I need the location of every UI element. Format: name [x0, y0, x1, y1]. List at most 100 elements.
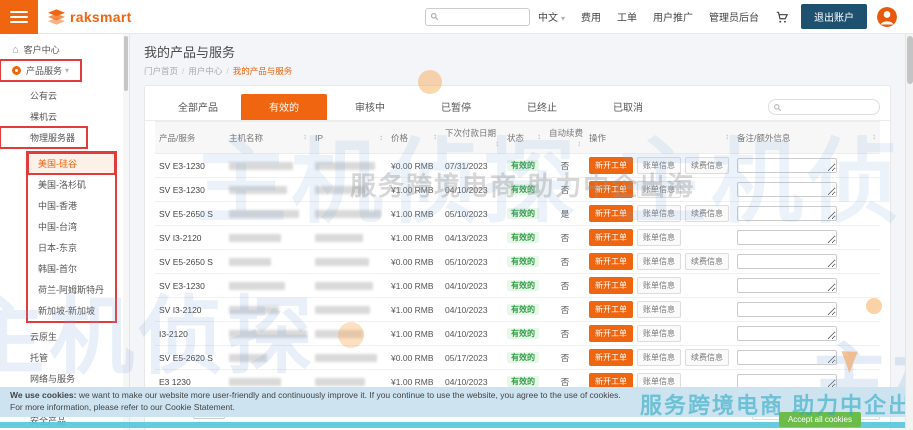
remark-textarea[interactable]: [737, 278, 837, 293]
price-value: ¥1.00 RMB: [387, 225, 441, 250]
column-header-hostname[interactable]: 主机名称 ↕: [225, 121, 311, 154]
sidebar-item-sg-singapore[interactable]: 新加坡-新加坡: [28, 300, 115, 321]
sidebar-item-product-services[interactable]: 产品服务 ▾: [0, 59, 83, 82]
avatar[interactable]: [877, 6, 897, 27]
billing-info-button[interactable]: 账单信息: [637, 205, 681, 222]
sort-icon[interactable]: ↕: [577, 139, 581, 148]
sidebar-item-colocation[interactable]: 托管: [0, 347, 129, 368]
new-ticket-button[interactable]: 新开工单: [589, 205, 633, 222]
remark-textarea[interactable]: [737, 326, 837, 341]
breadcrumb-user-center[interactable]: 用户中心: [188, 66, 222, 76]
renew-info-button[interactable]: 续费信息: [685, 253, 729, 270]
billing-info-button[interactable]: 账单信息: [637, 349, 681, 366]
remark-textarea[interactable]: [737, 230, 837, 245]
new-ticket-button[interactable]: 新开工单: [589, 349, 633, 366]
product-name[interactable]: SV I3-2120: [155, 297, 225, 322]
table-search[interactable]: [768, 99, 880, 115]
sidebar-item-jp-tokyo[interactable]: 日本-东京: [28, 237, 115, 258]
column-header-price[interactable]: 价格 ↕: [387, 121, 441, 154]
tab-all-products[interactable]: 全部产品: [155, 94, 241, 120]
sidebar-item-bare-metal-cloud[interactable]: 裸机云: [0, 106, 129, 127]
tab-terminated[interactable]: 已终止: [499, 94, 585, 120]
new-ticket-button[interactable]: 新开工单: [589, 277, 633, 294]
sort-icon[interactable]: ↕: [537, 132, 541, 141]
column-header-notes[interactable]: 备注/额外信息 ↕: [733, 121, 880, 154]
sidebar-item-us-silicon-valley[interactable]: 美国-硅谷: [27, 152, 116, 175]
product-name[interactable]: SV E3-1230: [155, 273, 225, 298]
accept-cookies-button[interactable]: Accept all cookies: [778, 412, 861, 427]
hostname-redacted: [229, 233, 281, 242]
topnav-billing[interactable]: 费用: [581, 13, 601, 24]
remark-textarea[interactable]: [737, 302, 837, 317]
topnav-admin-panel[interactable]: 管理员后台: [709, 13, 759, 24]
tab-cancelled[interactable]: 已取消: [585, 94, 671, 120]
topnav-affiliates[interactable]: 用户推广: [653, 13, 693, 24]
billing-info-button[interactable]: 账单信息: [637, 157, 681, 174]
sidebar-item-cloud-native[interactable]: 云原生: [0, 326, 129, 347]
remark-textarea[interactable]: [737, 182, 837, 197]
hamburger-menu-button[interactable]: [0, 0, 38, 34]
billing-info-button[interactable]: 账单信息: [637, 253, 681, 270]
new-ticket-button[interactable]: 新开工单: [589, 229, 633, 246]
sidebar-scrollbar[interactable]: [123, 34, 129, 430]
remark-textarea[interactable]: [737, 206, 837, 221]
topnav-tickets[interactable]: 工单: [617, 13, 637, 24]
cart-icon[interactable]: [775, 10, 789, 24]
sort-icon[interactable]: ↕: [725, 132, 729, 141]
sidebar-item-public-cloud[interactable]: 公有云: [0, 85, 129, 106]
column-header-next-due-date[interactable]: 下次付款日期 ↕: [441, 121, 503, 154]
remark-textarea[interactable]: [737, 254, 837, 269]
tab-pending[interactable]: 审核中: [327, 94, 413, 120]
product-name[interactable]: SV E5-2650 S: [155, 201, 225, 226]
tab-active[interactable]: 有效的: [241, 94, 327, 120]
product-name[interactable]: SV E3-1230: [155, 153, 225, 178]
tab-suspended[interactable]: 已暂停: [413, 94, 499, 120]
column-header-status[interactable]: 状态 ↕: [503, 121, 545, 154]
sort-icon[interactable]: ↕: [872, 132, 876, 141]
table-search-input[interactable]: [786, 102, 873, 112]
sidebar-item-network-services[interactable]: 网络与服务: [0, 368, 129, 389]
new-ticket-button[interactable]: 新开工单: [589, 181, 633, 198]
renew-info-button[interactable]: 续费信息: [685, 157, 729, 174]
column-header-auto-renew[interactable]: 自动续费 ↕: [545, 121, 585, 154]
new-ticket-button[interactable]: 新开工单: [589, 253, 633, 270]
sidebar-item-kr-seoul[interactable]: 韩国-首尔: [28, 258, 115, 279]
new-ticket-button[interactable]: 新开工单: [589, 301, 633, 318]
topnav-language[interactable]: 中文 ▾: [538, 13, 565, 24]
sidebar-item-nl-amsterdam[interactable]: 荷兰-阿姆斯特丹: [28, 279, 115, 300]
product-name[interactable]: SV E5-2620 S: [155, 345, 225, 370]
new-ticket-button[interactable]: 新开工单: [589, 325, 633, 342]
billing-info-button[interactable]: 账单信息: [637, 301, 681, 318]
product-name[interactable]: SV E3-1230: [155, 177, 225, 202]
billing-info-button[interactable]: 账单信息: [637, 181, 681, 198]
column-header-ip[interactable]: IP ↕: [311, 121, 387, 154]
remark-textarea[interactable]: [737, 350, 837, 365]
sidebar-item-cn-hong-kong[interactable]: 中国-香港: [28, 195, 115, 216]
new-ticket-button[interactable]: 新开工单: [589, 157, 633, 174]
product-name[interactable]: SV I3-2120: [155, 225, 225, 250]
product-name[interactable]: SV E5-2650 S: [155, 249, 225, 274]
product-name[interactable]: I3-2120: [155, 321, 225, 346]
sidebar-item-customer-center[interactable]: ⌂ 客户中心: [0, 39, 129, 60]
window-scrollbar[interactable]: [905, 34, 913, 430]
billing-info-button[interactable]: 账单信息: [637, 229, 681, 246]
sidebar-item-cn-taiwan[interactable]: 中国-台湾: [28, 216, 115, 237]
renew-info-button[interactable]: 续费信息: [685, 349, 729, 366]
sort-icon[interactable]: ↕: [303, 132, 307, 141]
topbar-search-input[interactable]: [442, 11, 525, 22]
remark-textarea[interactable]: [737, 158, 837, 173]
logout-button[interactable]: 退出账户: [801, 4, 867, 29]
sort-icon[interactable]: ↕: [433, 132, 437, 141]
topbar-search[interactable]: [424, 7, 530, 26]
billing-info-button[interactable]: 账单信息: [637, 277, 681, 294]
breadcrumb-portal-home[interactable]: 门户首页: [144, 66, 178, 76]
column-header-actions[interactable]: 操作 ↕: [585, 121, 733, 154]
cookie-text-line2[interactable]: For more information, please refer to ou…: [10, 402, 235, 412]
sidebar-item-physical-server[interactable]: 物理服务器: [0, 126, 89, 149]
sort-icon[interactable]: ↕: [379, 133, 383, 142]
sort-icon[interactable]: ↕: [495, 139, 499, 148]
brand-logo[interactable]: raksmart: [48, 9, 132, 25]
renew-info-button[interactable]: 续费信息: [685, 205, 729, 222]
billing-info-button[interactable]: 账单信息: [637, 325, 681, 342]
sidebar-item-us-los-angeles[interactable]: 美国-洛杉矶: [28, 174, 115, 195]
